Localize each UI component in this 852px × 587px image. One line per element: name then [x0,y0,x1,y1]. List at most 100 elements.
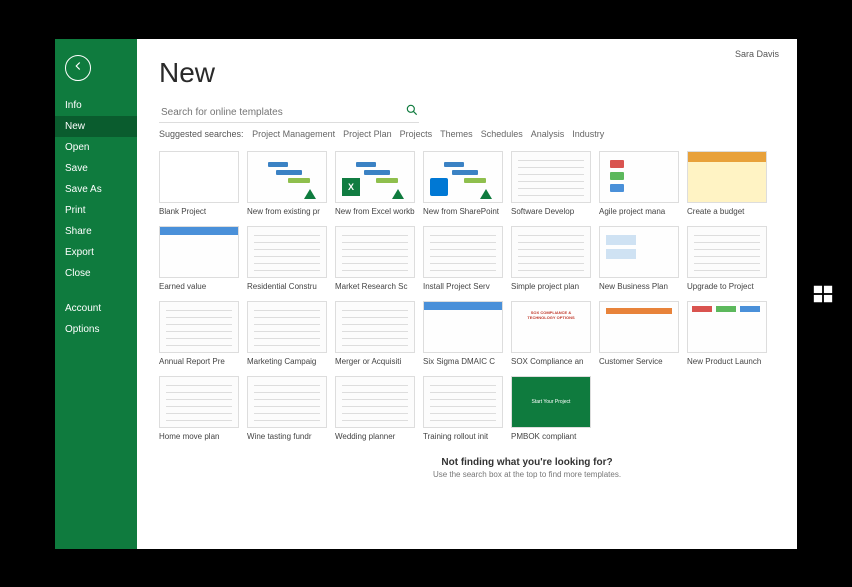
nav-item-open[interactable]: Open [55,137,137,158]
nav-item-save-as[interactable]: Save As [55,179,137,200]
page-title: New [159,57,775,89]
template-label: Customer Service [599,357,679,366]
template-label: Simple project plan [511,282,591,291]
template-tile[interactable]: Wedding planner [335,376,415,441]
nav-item-new[interactable]: New [55,116,137,137]
template-label: Agile project mana [599,207,679,216]
template-tile[interactable]: Six Sigma DMAIC C [423,301,503,366]
template-tile[interactable]: Annual Report Pre [159,301,239,366]
template-tile[interactable]: New from SharePoint [423,151,503,216]
template-tile[interactable]: Agile project mana [599,151,679,216]
nav-item-options[interactable]: Options [55,319,137,340]
user-name[interactable]: Sara Davis [735,49,779,59]
template-thumbnail: X [335,151,415,203]
template-thumbnail: Start Your Project [511,376,591,428]
suggested-link[interactable]: Analysis [531,129,565,139]
template-label: New from SharePoint [423,207,503,216]
tablet-frame: InfoNewOpenSaveSave AsPrintShareExportCl… [0,0,852,587]
suggested-link[interactable]: Themes [440,129,473,139]
back-button[interactable] [65,55,91,81]
template-label: Wine tasting fundr [247,432,327,441]
nav-item-info[interactable]: Info [55,95,137,116]
template-tile[interactable]: Residential Constru [247,226,327,291]
template-tile[interactable]: Earned value [159,226,239,291]
template-thumbnail [511,151,591,203]
template-label: Residential Constru [247,282,327,291]
template-tile[interactable]: Wine tasting fundr [247,376,327,441]
template-thumbnail [599,226,679,278]
footer-line2: Use the search box at the top to find mo… [279,470,775,479]
template-thumbnail [687,226,767,278]
template-thumbnail [687,301,767,353]
template-tile[interactable]: Start Your Project PMBOK compliant [511,376,591,441]
template-label: Merger or Acquisiti [335,357,415,366]
template-label: New from Excel workb [335,207,415,216]
template-thumbnail [423,301,503,353]
suggested-label: Suggested searches: [159,129,244,139]
nav-item-account[interactable]: Account [55,298,137,319]
footer-message: Not finding what you're looking for? Use… [279,457,775,479]
template-thumbnail [247,151,327,203]
template-tile[interactable]: SOX COMPLIANCE &TECHNOLOGY OPTIONS SOX Co… [511,301,591,366]
suggested-link[interactable]: Projects [400,129,433,139]
template-label: New Product Launch [687,357,767,366]
template-tile[interactable]: Training rollout init [423,376,503,441]
nav-item-print[interactable]: Print [55,200,137,221]
template-tile[interactable]: Simple project plan [511,226,591,291]
template-tile[interactable]: Home move plan [159,376,239,441]
template-label: Create a budget [687,207,767,216]
template-label: Market Research Sc [335,282,415,291]
template-thumbnail [599,151,679,203]
template-label: PMBOK compliant [511,432,591,441]
windows-icon [812,292,834,309]
template-tile[interactable]: Marketing Campaig [247,301,327,366]
search-icon[interactable] [405,103,419,122]
template-tile[interactable]: X New from Excel workb [335,151,415,216]
footer-line1: Not finding what you're looking for? [279,457,775,468]
nav-item-export[interactable]: Export [55,242,137,263]
suggested-link[interactable]: Project Management [252,129,335,139]
template-label: Earned value [159,282,239,291]
app-screen: InfoNewOpenSaveSave AsPrintShareExportCl… [55,39,797,549]
template-thumbnail [335,301,415,353]
template-thumbnail [159,376,239,428]
template-label: Annual Report Pre [159,357,239,366]
suggested-link[interactable]: Schedules [481,129,523,139]
suggested-searches: Suggested searches: Project Management Pr… [159,129,775,139]
template-thumbnail [159,226,239,278]
template-thumbnail [423,226,503,278]
template-tile[interactable]: Install Project Serv [423,226,503,291]
template-thumbnail: SOX COMPLIANCE &TECHNOLOGY OPTIONS [511,301,591,353]
template-tile[interactable]: Create a budget [687,151,767,216]
template-thumbnail [423,376,503,428]
template-label: Software Develop [511,207,591,216]
nav-item-share[interactable]: Share [55,221,137,242]
suggested-link[interactable]: Project Plan [343,129,392,139]
template-label: Home move plan [159,432,239,441]
search-input[interactable] [159,103,405,122]
template-grid: Blank ProjectNew from existing prX New fr… [159,151,775,441]
windows-button[interactable] [812,283,834,305]
template-tile[interactable]: Blank Project [159,151,239,216]
nav-item-close[interactable]: Close [55,263,137,284]
template-thumbnail [599,301,679,353]
template-thumbnail [159,151,239,203]
template-label: SOX Compliance an [511,357,591,366]
nav-item-save[interactable]: Save [55,158,137,179]
template-thumbnail [423,151,503,203]
template-tile[interactable]: Customer Service [599,301,679,366]
template-label: Wedding planner [335,432,415,441]
template-tile[interactable]: New Business Plan [599,226,679,291]
template-tile[interactable]: New from existing pr [247,151,327,216]
suggested-link[interactable]: Industry [572,129,604,139]
template-thumbnail [335,376,415,428]
template-tile[interactable]: Market Research Sc [335,226,415,291]
template-label: Six Sigma DMAIC C [423,357,503,366]
search-box[interactable] [159,103,419,123]
template-tile[interactable]: Merger or Acquisiti [335,301,415,366]
template-tile[interactable]: Software Develop [511,151,591,216]
template-tile[interactable]: Upgrade to Project [687,226,767,291]
template-label: Training rollout init [423,432,503,441]
template-tile[interactable]: New Product Launch [687,301,767,366]
template-thumbnail [511,226,591,278]
